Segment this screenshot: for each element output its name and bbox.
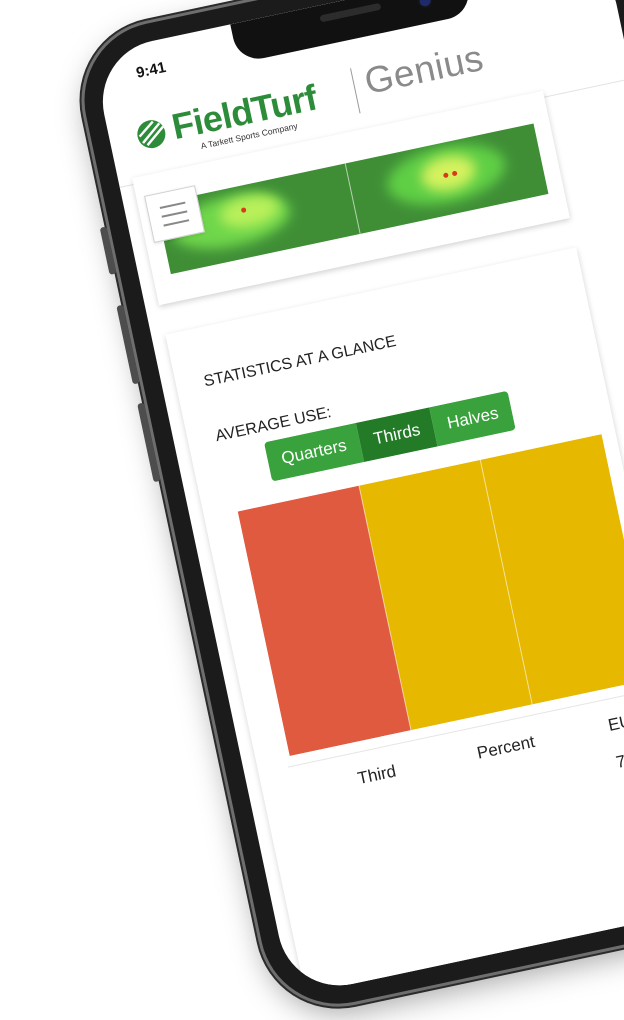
column-header-percent: Percent: [475, 731, 537, 763]
volume-down-button: [137, 402, 161, 483]
column-header-third: Third: [355, 761, 398, 789]
brand-product-name: Genius: [360, 36, 488, 103]
fieldturf-logo-icon: [137, 120, 166, 149]
row-euh-value: 7.16: [614, 746, 624, 773]
mute-switch: [99, 226, 117, 275]
column-header-euh: EUH: [606, 708, 624, 735]
phone-screen: 9:41 FieldTurf A Tarkett Sports Company …: [91, 0, 624, 997]
stats-title: STATISTICS AT A GLANCE: [202, 332, 398, 391]
phone-frame: 9:41 FieldTurf A Tarkett Sports Company …: [70, 0, 624, 1019]
statistics-card: STATISTICS AT A GLANCE AVERAGE USE: Quar…: [165, 247, 624, 997]
brand-divider: [350, 68, 361, 114]
tab-thirds[interactable]: Thirds: [356, 407, 438, 463]
midfield-line: [344, 163, 361, 235]
status-time: 9:41: [134, 58, 168, 82]
tab-halves[interactable]: Halves: [429, 390, 517, 447]
volume-up-button: [116, 304, 140, 385]
